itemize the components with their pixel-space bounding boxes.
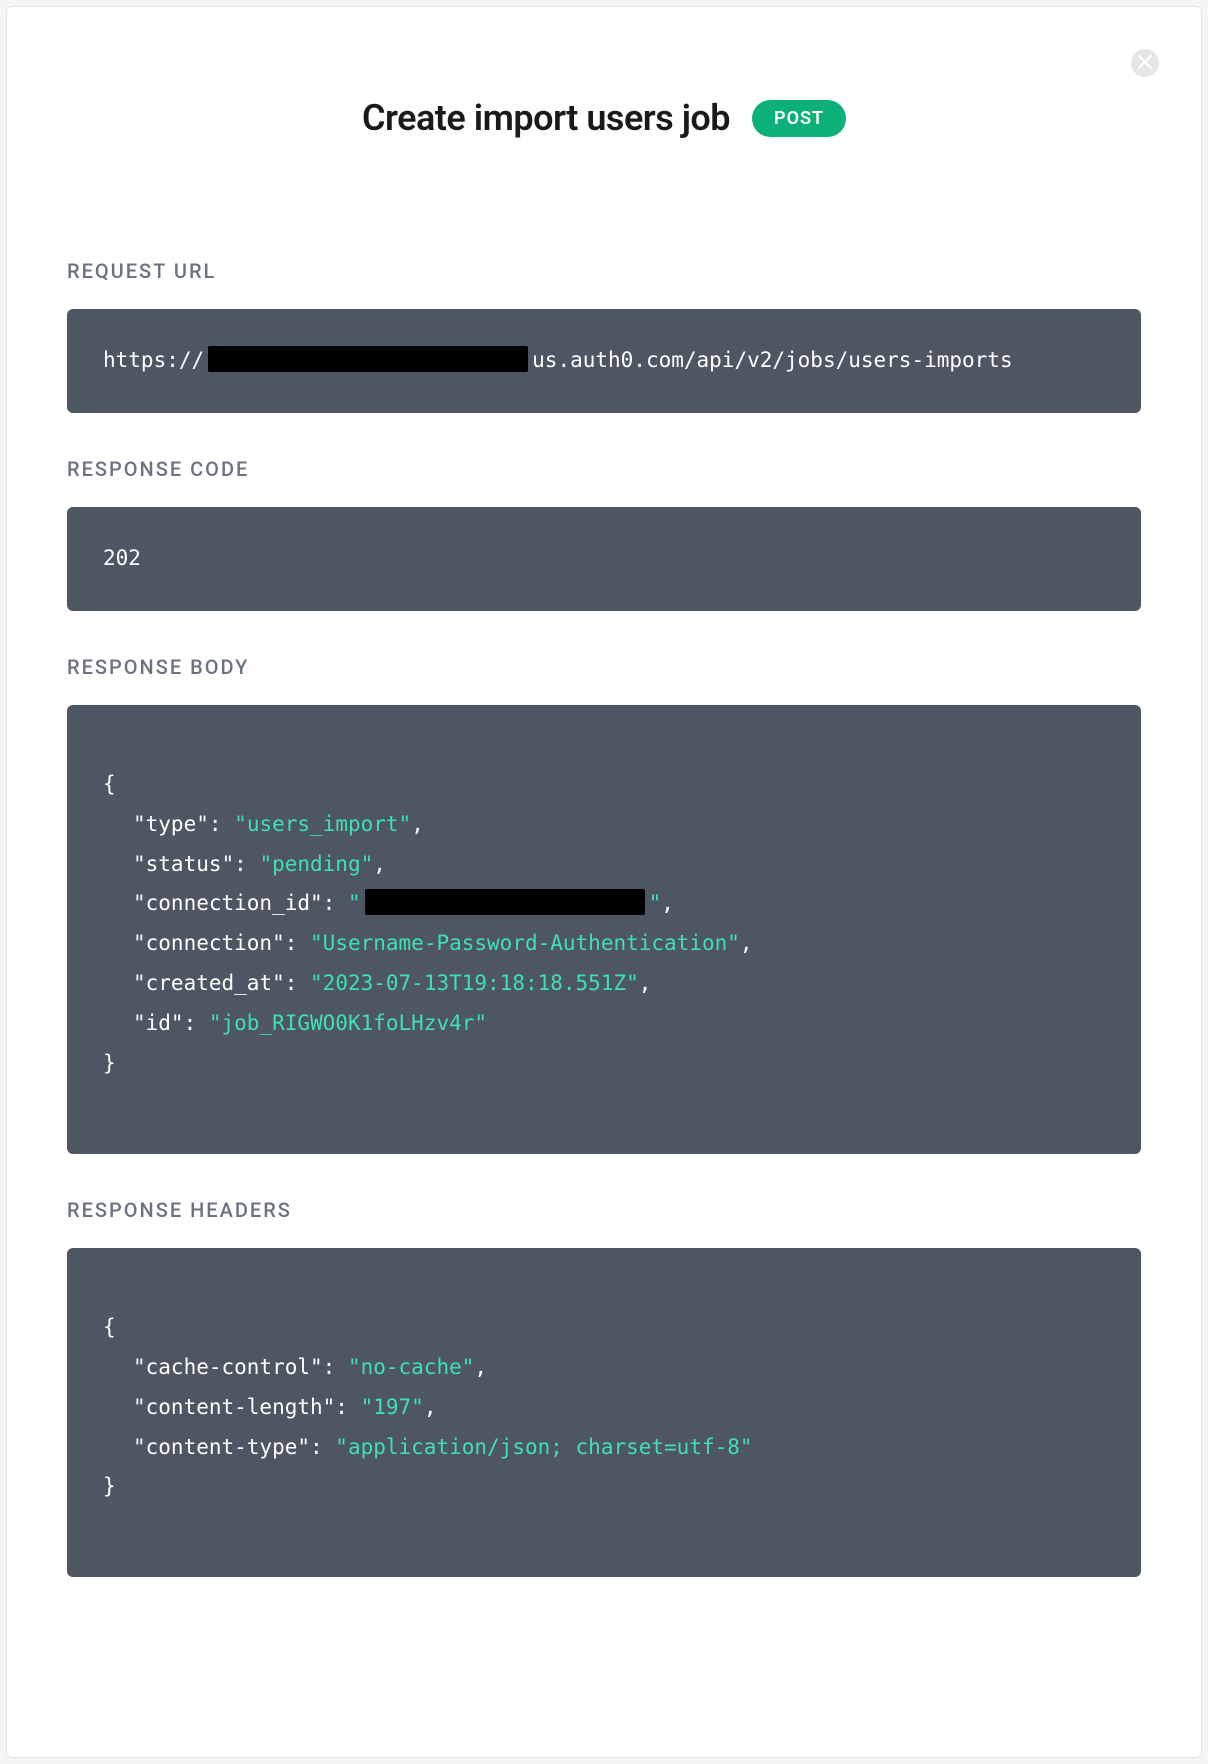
json-close-brace-headers: } bbox=[103, 1474, 116, 1498]
json-line-cache-control: "cache-control": "no-cache", bbox=[103, 1355, 487, 1379]
response-body-block: { "type": "users_import", "status": "pen… bbox=[67, 705, 1141, 1154]
url-suffix: us.auth0.com/api/v2/jobs/users-imports bbox=[532, 348, 1012, 372]
request-url-block: https:// us.auth0.com/api/v2/jobs/users-i… bbox=[67, 309, 1141, 413]
redacted-connection-id bbox=[365, 889, 645, 915]
json-line-status: "status": "pending", bbox=[103, 852, 386, 876]
response-code-value: 202 bbox=[103, 546, 141, 570]
json-line-id: "id": "job_RIGWO0K1foLHzv4r" bbox=[103, 1011, 487, 1035]
json-line-content-length: "content-length": "197", bbox=[103, 1395, 436, 1419]
json-line-connection: "connection": "Username-Password-Authent… bbox=[103, 931, 753, 955]
response-headers-block: { "cache-control": "no-cache", "content-… bbox=[67, 1248, 1141, 1577]
json-open-brace-headers: { bbox=[103, 1315, 116, 1339]
modal-header: Create import users job POST bbox=[67, 97, 1141, 139]
section-label-response-body: RESPONSE BODY bbox=[67, 655, 1141, 679]
close-button[interactable] bbox=[1131, 49, 1159, 77]
section-label-response-headers: RESPONSE HEADERS bbox=[67, 1198, 1141, 1222]
json-line-type: "type": "users_import", bbox=[103, 812, 424, 836]
section-label-request-url: REQUEST URL bbox=[67, 259, 1141, 283]
modal-title: Create import users job bbox=[362, 97, 730, 139]
close-icon bbox=[1138, 54, 1152, 73]
json-line-created-at: "created_at": "2023-07-13T19:18:18.551Z"… bbox=[103, 971, 651, 995]
json-line-connection-id: "connection_id": "", bbox=[103, 891, 674, 915]
json-close-brace: } bbox=[103, 1051, 116, 1075]
http-method-badge: POST bbox=[752, 100, 846, 137]
section-label-response-code: RESPONSE CODE bbox=[67, 457, 1141, 481]
redacted-tenant bbox=[208, 346, 528, 372]
url-prefix: https:// bbox=[103, 348, 204, 372]
response-code-block: 202 bbox=[67, 507, 1141, 611]
json-open-brace: { bbox=[103, 772, 116, 796]
api-response-modal: Create import users job POST REQUEST URL… bbox=[6, 6, 1202, 1758]
json-line-content-type: "content-type": "application/json; chars… bbox=[103, 1435, 753, 1459]
